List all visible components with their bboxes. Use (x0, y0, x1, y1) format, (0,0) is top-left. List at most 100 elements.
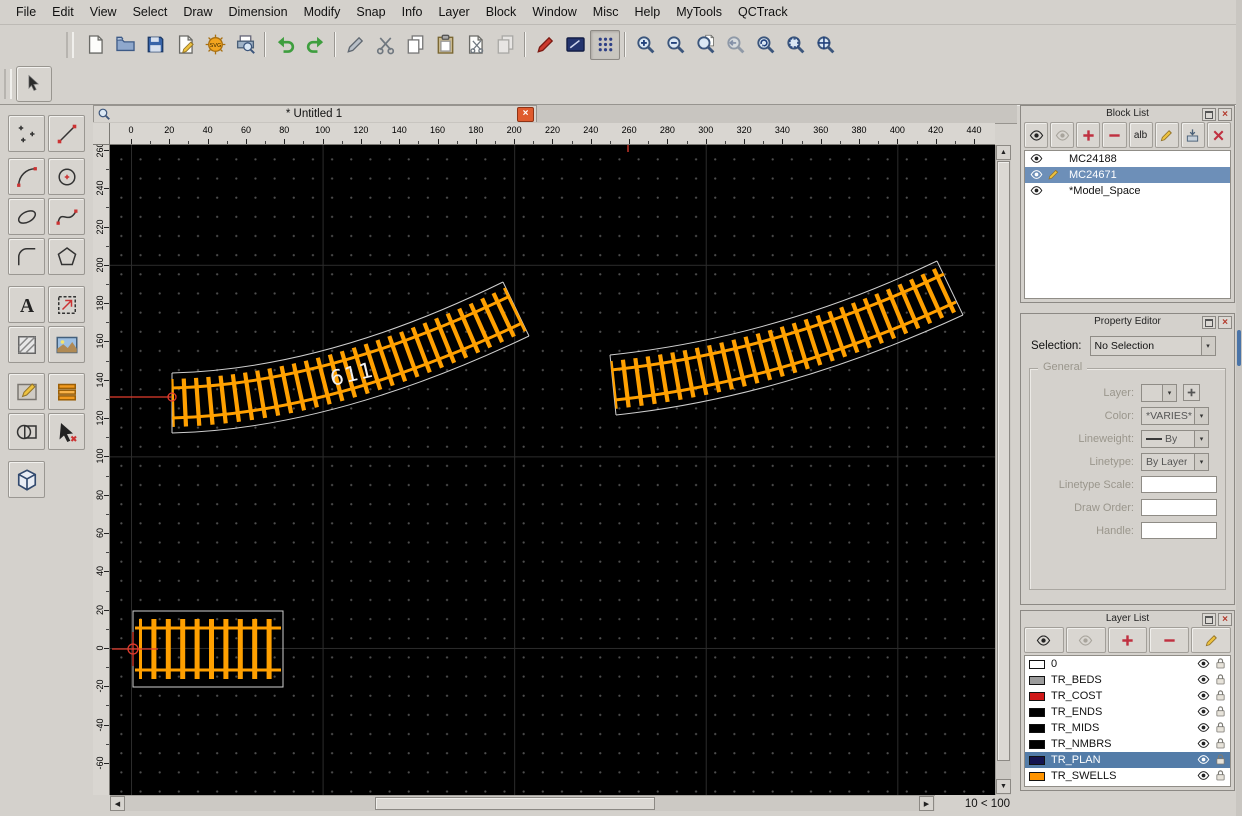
layer-visibility-eye-icon[interactable] (1197, 657, 1210, 670)
prop-combo-color[interactable]: *VARIES*▾ (1141, 407, 1209, 425)
add-block-button[interactable] (1076, 122, 1100, 148)
zoom-redraw-button[interactable] (750, 30, 780, 60)
vertical-scrollbar[interactable]: ▲ ▼ (995, 145, 1011, 795)
selection-pointer-button[interactable] (16, 66, 52, 102)
prop-combo-linetype[interactable]: By Layer▾ (1141, 453, 1209, 471)
copy-with-reference-button[interactable] (490, 30, 520, 60)
chevron-down-icon[interactable]: ▾ (1162, 385, 1176, 401)
menu-item-help[interactable]: Help (626, 0, 668, 25)
scroll-down-button[interactable]: ▼ (996, 779, 1011, 794)
layer-visibility-eye-icon[interactable] (1197, 737, 1210, 750)
pen-settings-button[interactable] (560, 30, 590, 60)
float-panel-button[interactable] (1202, 108, 1216, 121)
spline-tool[interactable] (48, 198, 85, 235)
deselect-tool[interactable] (48, 413, 85, 450)
block-visibility-eye-icon[interactable] (1030, 168, 1043, 181)
layer-lock-icon[interactable] (1214, 721, 1227, 734)
circle-tool[interactable] (48, 158, 85, 195)
chevron-down-icon[interactable]: ▾ (1201, 337, 1215, 355)
layer-lock-icon[interactable] (1214, 737, 1227, 750)
hide-layer-button[interactable] (1066, 627, 1106, 653)
undo-button[interactable] (270, 30, 300, 60)
save-as-button[interactable] (170, 30, 200, 60)
dock-resize-strip[interactable] (1236, 0, 1242, 816)
boolean-tool[interactable] (8, 413, 45, 450)
layer-visibility-eye-icon[interactable] (1197, 753, 1210, 766)
close-panel-button[interactable]: × (1218, 613, 1232, 626)
hide-block-button[interactable] (1050, 122, 1074, 148)
layer-lock-icon[interactable] (1214, 753, 1227, 766)
layer-lock-icon[interactable] (1214, 705, 1227, 718)
layer-visibility-eye-icon[interactable] (1197, 721, 1210, 734)
layer-lock-icon[interactable] (1214, 657, 1227, 670)
cut-with-reference-button[interactable] (460, 30, 490, 60)
prop-input-linetype_scale[interactable] (1141, 476, 1217, 493)
horizontal-scroll-thumb[interactable] (375, 797, 655, 810)
hatch-tool[interactable] (8, 326, 45, 363)
remove-block-button[interactable] (1102, 122, 1126, 148)
arc-tool[interactable] (8, 158, 45, 195)
prop-combo-layer[interactable]: ▾ (1141, 384, 1177, 402)
menu-item-mytools[interactable]: MyTools (668, 0, 730, 25)
zoom-pan-button[interactable] (810, 30, 840, 60)
new-file-button[interactable] (80, 30, 110, 60)
float-panel-button[interactable] (1202, 613, 1216, 626)
polyline-tool[interactable] (8, 238, 45, 275)
drawing-svg[interactable]: 611 (110, 145, 995, 795)
rename-block-button[interactable]: alb (1129, 122, 1153, 148)
toolbar-handle[interactable] (4, 69, 12, 99)
layer-row-TR_COST[interactable]: TR_COST (1025, 688, 1230, 704)
block-row-Model_Space[interactable]: *Model_Space (1025, 183, 1230, 199)
chevron-down-icon[interactable]: ▾ (1194, 431, 1208, 447)
block-row-MC24671[interactable]: MC24671 (1025, 167, 1230, 183)
svg-export-button[interactable]: SVG (200, 30, 230, 60)
layer-lock-icon[interactable] (1214, 689, 1227, 702)
remove-layer-button[interactable] (1149, 627, 1189, 653)
layer-visibility-eye-icon[interactable] (1197, 769, 1210, 782)
copy-button[interactable] (400, 30, 430, 60)
layer-row-0[interactable]: 0 (1025, 656, 1230, 672)
menu-item-select[interactable]: Select (125, 0, 176, 25)
close-panel-button[interactable]: × (1218, 316, 1232, 329)
zoom-in-button[interactable] (630, 30, 660, 60)
track-curved-left[interactable] (172, 282, 529, 433)
solid-3d-tool[interactable] (8, 461, 45, 498)
layer-row-TR_NMBRS[interactable]: TR_NMBRS (1025, 736, 1230, 752)
menu-item-view[interactable]: View (82, 0, 125, 25)
print-preview-button[interactable] (230, 30, 260, 60)
horizontal-scrollbar[interactable]: ◀ ▶ (110, 795, 935, 811)
zoom-previous-button[interactable] (720, 30, 750, 60)
scroll-up-button[interactable]: ▲ (996, 145, 1011, 160)
close-document-button[interactable]: × (517, 107, 534, 122)
save-button[interactable] (140, 30, 170, 60)
menu-item-dimension[interactable]: Dimension (221, 0, 296, 25)
menu-item-layer[interactable]: Layer (430, 0, 477, 25)
layer-row-TR_BEDS[interactable]: TR_BEDS (1025, 672, 1230, 688)
selection-combo[interactable]: No Selection ▾ (1090, 336, 1216, 356)
layer-row-TR_MIDS[interactable]: TR_MIDS (1025, 720, 1230, 736)
edit-layer-button[interactable] (1191, 627, 1231, 653)
layer-visibility-eye-icon[interactable] (1197, 689, 1210, 702)
insert-block-tool[interactable] (48, 286, 85, 323)
grid-toggle-button[interactable] (590, 30, 620, 60)
paste-button[interactable] (430, 30, 460, 60)
menu-item-edit[interactable]: Edit (44, 0, 82, 25)
drawing-canvas[interactable]: 611 (110, 145, 995, 795)
points-tool[interactable] (8, 115, 45, 152)
document-tab[interactable]: * Untitled 1 × (93, 105, 537, 122)
layer-row-TR_ENDS[interactable]: TR_ENDS (1025, 704, 1230, 720)
glue-tool-button[interactable] (340, 30, 370, 60)
menu-item-block[interactable]: Block (478, 0, 525, 25)
open-file-button[interactable] (110, 30, 140, 60)
menu-item-qctrack[interactable]: QCTrack (730, 0, 796, 25)
layer-row-TR_PLAN[interactable]: TR_PLAN (1025, 752, 1230, 768)
track-curved-right[interactable] (610, 261, 963, 415)
add-layer-button[interactable] (1108, 627, 1148, 653)
line-tool[interactable] (48, 115, 85, 152)
prop-input-draw_order[interactable] (1141, 499, 1217, 516)
zoom-out-button[interactable] (660, 30, 690, 60)
menu-item-file[interactable]: File (8, 0, 44, 25)
dock-resize-handle[interactable] (1237, 330, 1241, 366)
close-panel-button[interactable]: × (1218, 108, 1232, 121)
draw-order-tool[interactable] (48, 373, 85, 410)
